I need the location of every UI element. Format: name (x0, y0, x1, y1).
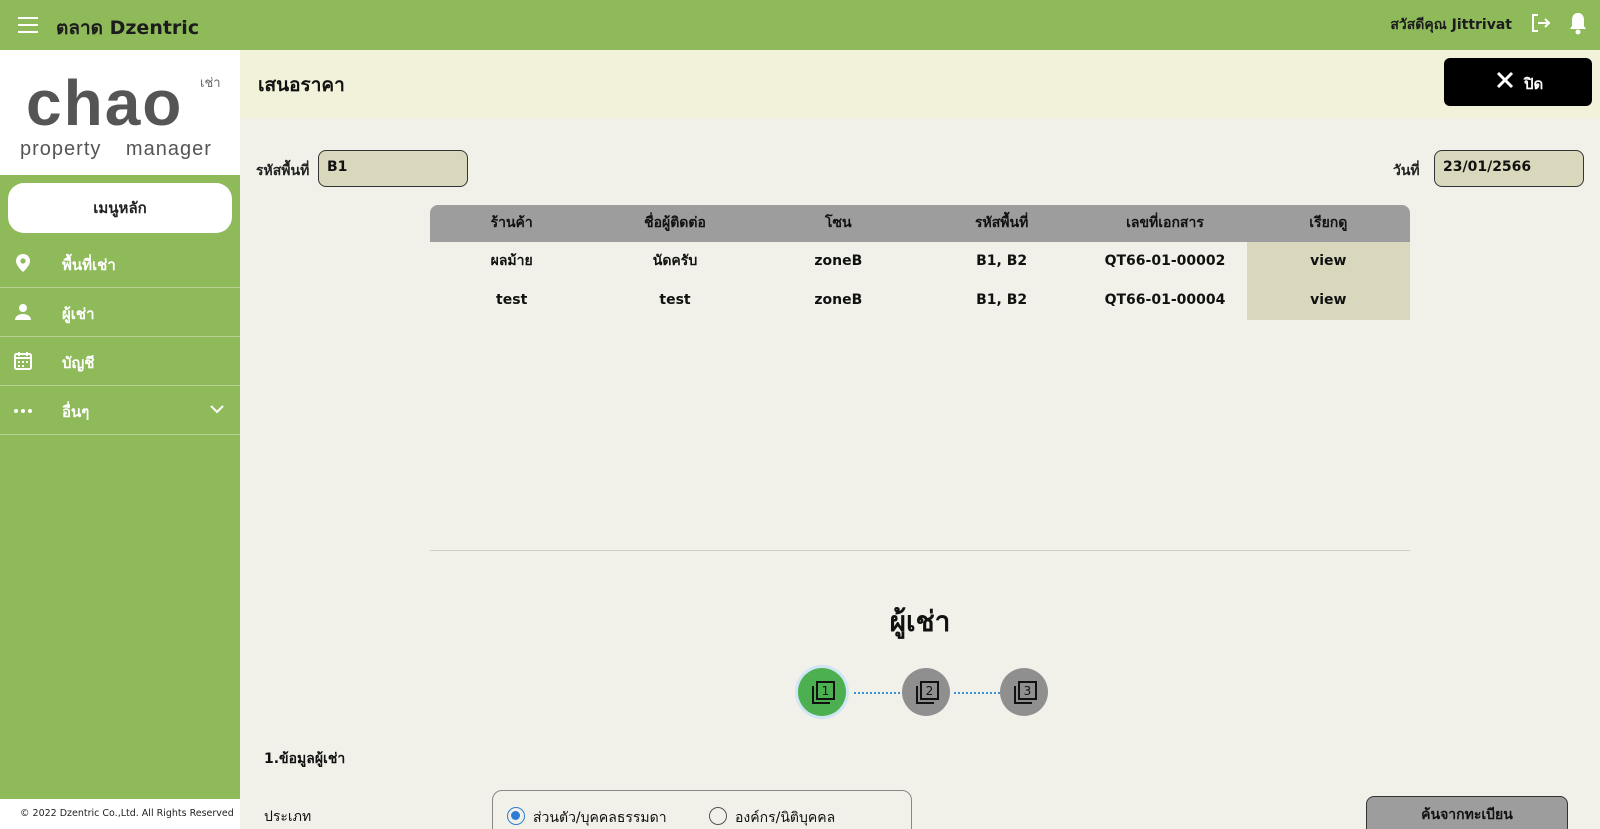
step-1-number: 1 (822, 684, 830, 698)
column-header: ร้านค้า (490, 215, 533, 231)
cell-zone: zoneB (814, 292, 863, 308)
sidebar-item-others[interactable]: อื่นๆ (0, 386, 240, 435)
user-greeting: สวัสดีคุณ Jittrivat (1390, 17, 1512, 33)
step-2-number: 2 (926, 684, 934, 698)
sidebar-item-label: อื่นๆ (62, 403, 90, 421)
tenant-type-radio-group: ส่วนตัว/บุคคลธรรมดา องค์กร/นิติบุคคล (492, 790, 912, 829)
page-header: เสนอราคา (240, 50, 1600, 118)
view-button[interactable]: view (1246, 281, 1410, 320)
quotation-table: ร้านค้า ชื่อผู้ติดต่อ โซน รหัสพื้นที่ เล… (430, 205, 1410, 320)
area-code-label: รหัสพื้นที่ (256, 163, 310, 179)
cell-area: B1, B2 (976, 253, 1028, 269)
type-label: ประเภท (264, 809, 312, 825)
cell-shop: test (496, 292, 528, 308)
close-icon (1496, 71, 1514, 89)
logo-tagline: property manager (20, 138, 212, 160)
app-title: ตลาด Dzentric (56, 17, 200, 39)
column-header: เลขที่เอกสาร (1126, 215, 1204, 231)
main-menu-button[interactable]: เมนูหลัก (8, 183, 232, 233)
sidebar-item-label: พื้นที่เช่า (62, 256, 116, 274)
tenant-info-heading: 1.ข้อมูลผู้เช่า (264, 751, 346, 767)
date-label: วันที่ (1393, 163, 1420, 179)
table-row: ผลม้าย นัดครับ zoneB B1, B2 QT66-01-0000… (430, 242, 1410, 281)
column-header: เรียกดู (1309, 215, 1348, 231)
person-icon (15, 304, 31, 320)
logout-icon[interactable] (1528, 11, 1552, 35)
sidebar: เช่า chao property manager เมนูหลัก พื้น… (0, 50, 240, 829)
area-code-input[interactable]: B1 (318, 150, 468, 187)
sidebar-item-label: ผู้เช่า (62, 305, 95, 323)
cell-doc-no: QT66-01-00004 (1104, 292, 1226, 308)
menu-icon[interactable] (18, 17, 38, 33)
sidebar-item-rental-area[interactable]: พื้นที่เช่า (0, 239, 240, 288)
search-registry-button[interactable]: ค้นจากทะเบียน (1366, 796, 1568, 829)
cell-contact: test (659, 292, 691, 308)
table-row: test test zoneB B1, B2 QT66-01-00004 vie… (430, 281, 1410, 320)
chevron-down-icon[interactable] (210, 404, 224, 414)
column-header: ชื่อผู้ติดต่อ (644, 215, 706, 231)
step-1-icon: 1 (812, 681, 835, 704)
section-divider (430, 550, 1410, 551)
column-header: โซน (825, 215, 852, 231)
cell-contact: นัดครับ (652, 253, 698, 269)
sidebar-item-account[interactable]: บัญชี (0, 337, 240, 386)
top-bar: ตลาด Dzentric สวัสดีคุณ Jittrivat (0, 0, 1600, 50)
sidebar-nav: พื้นที่เช่า ผู้เช่า บัญชี อื่นๆ (0, 239, 240, 435)
cell-zone: zoneB (814, 253, 863, 269)
page-title: เสนอราคา (258, 74, 345, 96)
cell-area: B1, B2 (976, 292, 1028, 308)
sidebar-item-label: บัญชี (62, 354, 95, 372)
cell-shop: ผลม้าย (490, 253, 533, 269)
close-label: ปิด (1524, 75, 1544, 93)
step-2-icon: 2 (916, 681, 939, 704)
table-header: ร้านค้า ชื่อผู้ติดต่อ โซน รหัสพื้นที่ เล… (430, 205, 1410, 242)
bell-icon[interactable] (1566, 10, 1590, 36)
tenant-section-title: ผู้เช่า (889, 605, 951, 638)
date-input[interactable]: 23/01/2566 (1434, 150, 1584, 187)
logo-main: chao (26, 67, 184, 139)
radio-individual[interactable] (507, 807, 525, 825)
close-button[interactable]: ปิด (1444, 58, 1592, 106)
step-3-number: 3 (1024, 684, 1032, 698)
logo: เช่า chao property manager (0, 50, 240, 175)
step-connector (954, 692, 1000, 694)
logo-sub: เช่า (200, 76, 221, 91)
calendar-icon (14, 352, 32, 370)
more-dots-icon (14, 409, 32, 413)
step-2[interactable]: 2 (902, 668, 950, 716)
step-3-icon: 3 (1014, 681, 1037, 704)
step-1[interactable]: 1 (798, 668, 846, 716)
step-connector (854, 692, 900, 694)
cell-doc-no: QT66-01-00002 (1104, 253, 1226, 269)
location-pin-icon (16, 254, 30, 272)
step-3[interactable]: 3 (1000, 668, 1048, 716)
radio-organization-label: องค์กร/นิติบุคคล (735, 810, 836, 826)
copyright: © 2022 Dzentric Co.,Ltd. All Rights Rese… (0, 799, 240, 829)
view-button[interactable]: view (1246, 242, 1410, 281)
radio-individual-label: ส่วนตัว/บุคคลธรรมดา (533, 810, 667, 826)
column-header: รหัสพื้นที่ (974, 215, 1029, 231)
radio-organization[interactable] (709, 807, 727, 825)
sidebar-item-tenant[interactable]: ผู้เช่า (0, 288, 240, 337)
